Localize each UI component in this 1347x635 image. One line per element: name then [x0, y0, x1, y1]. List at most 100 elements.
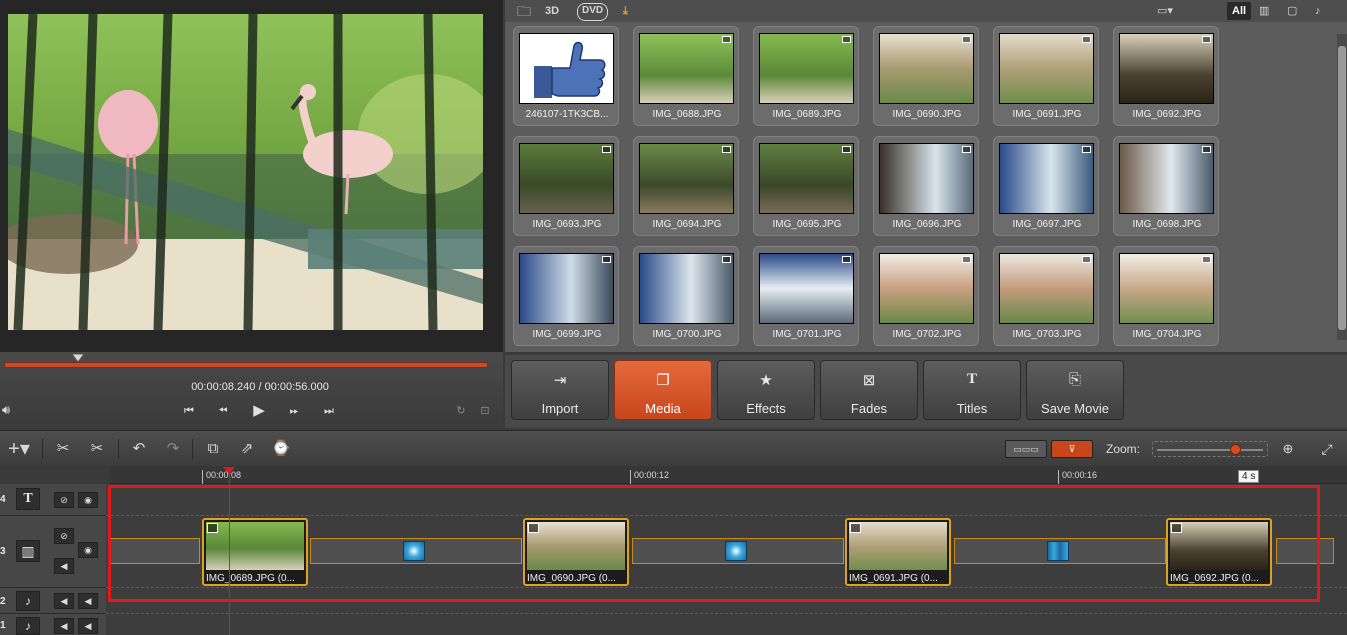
play-icon[interactable]: ▶ [250, 402, 268, 420]
preview-video-frame [8, 14, 483, 330]
transition-segment[interactable] [632, 538, 844, 564]
media-thumbnail[interactable]: IMG_0694.JPG [633, 136, 739, 236]
zoom-fit-icon[interactable]: ⊕ [1275, 437, 1301, 461]
mute-icon[interactable]: ◀ [78, 593, 98, 609]
transition-segment[interactable] [954, 538, 1166, 564]
image-badge-icon [207, 523, 218, 533]
media-thumbnail[interactable]: IMG_0698.JPG [1113, 136, 1219, 236]
timeline-view-button[interactable]: ⊽ [1051, 440, 1093, 458]
visibility-eye-icon[interactable]: ◉ [78, 542, 98, 558]
media-thumbnail[interactable]: IMG_0690.JPG [873, 26, 979, 126]
undo-preview-icon[interactable]: ↻ [452, 402, 470, 420]
media-thumbnail[interactable]: IMG_0703.JPG [993, 246, 1099, 346]
filter-image-icon[interactable]: ▢ [1287, 2, 1297, 20]
media-thumbnail[interactable]: 246107-1TK3CB... [513, 26, 619, 126]
folder-icon[interactable]: 🗀 [517, 2, 531, 20]
clip-thumbnail [1170, 522, 1268, 570]
transition-segment[interactable] [310, 538, 522, 564]
tab-label: Media [645, 401, 681, 416]
rewind-icon[interactable]: ⏪︎ [214, 402, 232, 420]
link-toggle-icon[interactable]: ⊘ [54, 492, 74, 508]
track-number: 1 [0, 620, 6, 631]
swirl-transition-icon[interactable] [403, 541, 425, 561]
zoom-slider-knob[interactable] [1230, 444, 1241, 455]
storyboard-view-button[interactable]: ▭▭▭ [1005, 440, 1047, 458]
go-to-start-icon[interactable]: ⏮︎ [180, 402, 198, 420]
media-thumbnail[interactable]: IMG_0691.JPG [993, 26, 1099, 126]
filter-audio-icon[interactable]: ♪ [1315, 2, 1321, 20]
thumbnail-image [639, 33, 734, 104]
scrollbar-thumb[interactable] [1338, 46, 1346, 330]
timeline-clip[interactable]: IMG_0692.JPG (0... [1166, 518, 1272, 586]
tab-import[interactable]: ⇥ Import [511, 360, 609, 420]
seek-bar[interactable] [4, 353, 488, 368]
track-headers: 4 T ⊘ ◉ 3 ▥ ⊘ ◉ ◀ 2 ♪ ◀ ◀ 1 ♪ ◀ ◀ [0, 484, 106, 635]
link-toggle-icon[interactable]: ⊘ [54, 528, 74, 544]
tab-fades[interactable]: ⊠ Fades [820, 360, 918, 420]
view-size-icon[interactable]: ▭▾ [1157, 2, 1173, 20]
blinds-transition-icon[interactable] [1047, 541, 1069, 561]
filter-video-icon[interactable]: ▥ [1259, 2, 1269, 20]
undo-icon[interactable]: ↶ [126, 437, 152, 461]
tab-media[interactable]: ❐ Media [614, 360, 712, 420]
image-badge-icon [1171, 523, 1182, 533]
clip-properties-icon[interactable]: ⌚ [268, 437, 294, 461]
tab-titles[interactable]: T Titles [923, 360, 1021, 420]
track-number: 2 [0, 596, 6, 607]
zoom-slider[interactable] [1152, 441, 1268, 457]
timeline-clip[interactable]: IMG_0690.JPG (0... [523, 518, 629, 586]
tab-effects[interactable]: ★ Effects [717, 360, 815, 420]
media-thumbnail[interactable]: IMG_0700.JPG [633, 246, 739, 346]
audio-lane[interactable] [106, 614, 1347, 635]
trim-icon[interactable]: ✂ [84, 437, 110, 461]
track-header-audio: 1 ♪ ◀ ◀ [0, 614, 106, 635]
media-thumbnail[interactable]: IMG_0697.JPG [993, 136, 1099, 236]
go-to-end-icon[interactable]: ⏭︎ [320, 402, 338, 420]
transition-segment[interactable] [110, 538, 200, 564]
timeline-clip[interactable]: IMG_0691.JPG (0... [845, 518, 951, 586]
media-thumbnail[interactable]: IMG_0688.JPG [633, 26, 739, 126]
media-scrollbar[interactable] [1337, 34, 1347, 340]
speaker-icon[interactable]: ◀ [54, 558, 74, 574]
3d-button[interactable]: 3D [545, 2, 559, 20]
mute-icon[interactable]: ◀ [78, 618, 98, 634]
media-thumbnail[interactable]: IMG_0692.JPG [1113, 26, 1219, 126]
playhead-line[interactable] [229, 468, 230, 635]
download-icon[interactable]: ⤓ [623, 2, 628, 20]
media-thumbnail[interactable]: IMG_0696.JPG [873, 136, 979, 236]
speaker-icon[interactable]: ◀ [54, 618, 74, 634]
visibility-eye-icon[interactable]: ◉ [78, 492, 98, 508]
seek-handle-icon[interactable] [71, 353, 85, 363]
media-thumbnail[interactable]: IMG_0695.JPG [753, 136, 859, 236]
dvd-button[interactable]: DVD [577, 3, 609, 21]
swirl-transition-icon[interactable] [725, 541, 747, 561]
tab-save-movie[interactable]: ⎘ Save Movie [1026, 360, 1124, 420]
title-track-icon: T [16, 488, 40, 510]
transition-segment[interactable] [1276, 538, 1334, 564]
media-thumbnail[interactable]: IMG_0702.JPG [873, 246, 979, 346]
playhead-marker-icon[interactable] [223, 467, 235, 474]
add-track-icon[interactable]: +▾ [2, 437, 36, 461]
split-icon[interactable]: ✂ [50, 437, 76, 461]
title-lane[interactable] [106, 484, 1347, 516]
media-thumbnail[interactable]: IMG_0704.JPG [1113, 246, 1219, 346]
fullscreen-icon[interactable]: ⤢ [1314, 437, 1340, 461]
media-thumbnail[interactable]: IMG_0701.JPG [753, 246, 859, 346]
filter-all-button[interactable]: All [1227, 2, 1252, 20]
track-header-audio: 2 ♪ ◀ ◀ [0, 588, 106, 614]
timeline-ruler[interactable]: 00:00:08 00:00:12 00:00:16 [110, 466, 1347, 484]
speaker-icon[interactable]: ◀ [54, 593, 74, 609]
media-thumbnail[interactable]: IMG_0689.JPG [753, 26, 859, 126]
fast-forward-icon[interactable]: ⏩︎ [285, 402, 303, 420]
audio-lane[interactable] [106, 588, 1347, 614]
redo-icon[interactable]: ↷ [160, 437, 186, 461]
titles-icon: T [966, 371, 977, 387]
media-thumbnail[interactable]: IMG_0699.JPG [513, 246, 619, 346]
volume-icon[interactable]: 🔊︎ [2, 402, 24, 420]
media-thumbnail[interactable]: IMG_0693.JPG [513, 136, 619, 236]
crop-icon[interactable]: ⊡ [476, 402, 494, 420]
crop-clip-icon[interactable]: ⧉ [200, 437, 226, 461]
thumbnail-caption: IMG_0689.JPG [772, 109, 842, 120]
export-clip-icon[interactable]: ⇗ [234, 437, 260, 461]
timeline-clip[interactable]: IMG_0689.JPG (0... [202, 518, 308, 586]
